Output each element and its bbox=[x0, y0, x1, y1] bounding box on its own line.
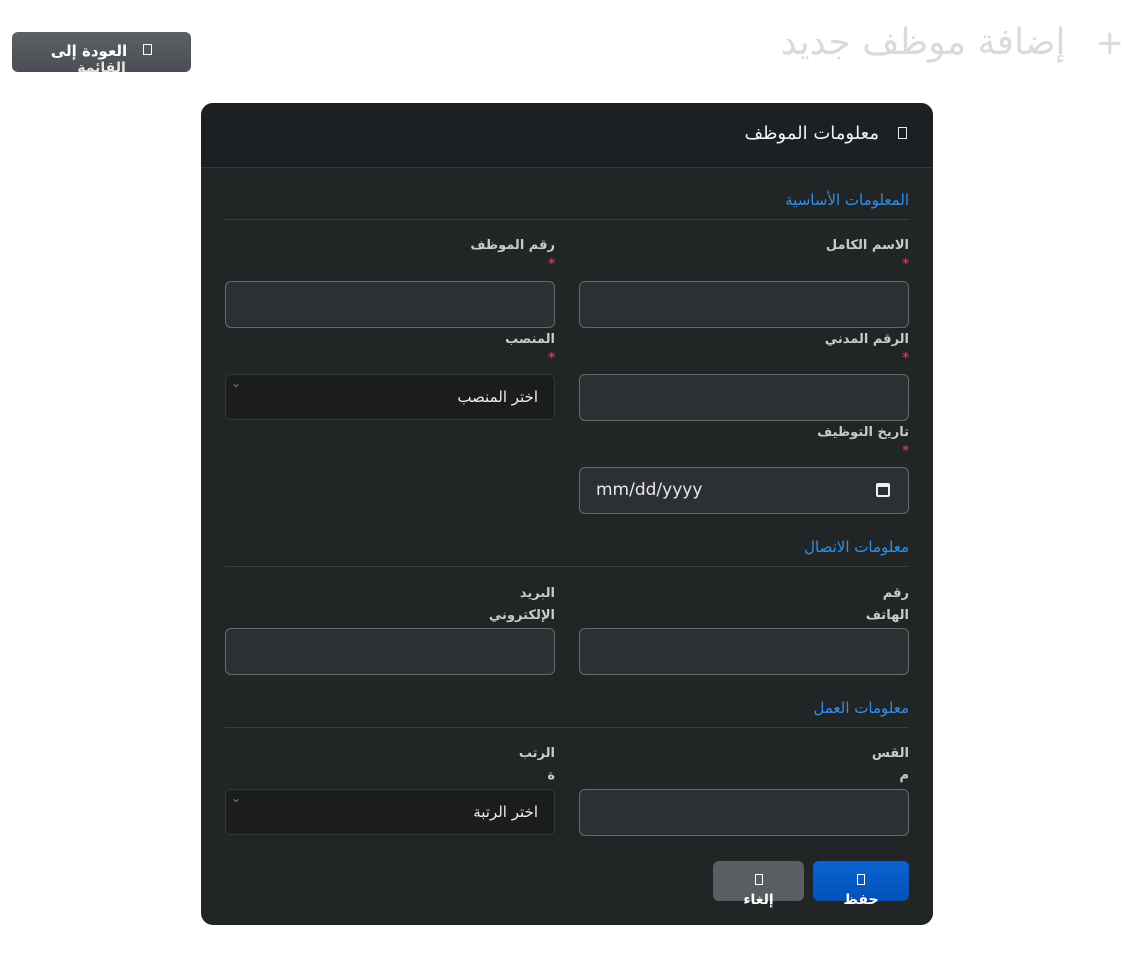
chevron-down-icon: ⌄ bbox=[231, 791, 242, 805]
hire-date-placeholder: mm/dd/yyyy bbox=[596, 480, 703, 500]
email-input[interactable] bbox=[225, 628, 555, 675]
close-icon bbox=[754, 874, 763, 885]
chevron-down-icon: ⌄ bbox=[231, 376, 242, 390]
cancel-button[interactable]: إلغاء bbox=[713, 861, 804, 908]
full-name-input[interactable] bbox=[579, 281, 909, 328]
required-mark: * bbox=[548, 257, 555, 272]
employee-form-card: معلومات الموظف المعلومات الأساسية الاسم … bbox=[201, 103, 933, 925]
divider bbox=[225, 219, 909, 220]
calendar-icon[interactable] bbox=[876, 483, 890, 497]
phone-input[interactable] bbox=[579, 628, 909, 675]
back-to-list-button[interactable]: العودة إلى القائمة bbox=[12, 32, 191, 76]
rank-select-value: اختر الرتبة bbox=[473, 803, 538, 821]
required-mark: * bbox=[902, 351, 909, 366]
user-card-icon bbox=[898, 127, 907, 139]
section-contact-info: معلومات الاتصال bbox=[804, 538, 909, 556]
department-input[interactable] bbox=[579, 789, 909, 836]
back-button-label-line2: القائمة bbox=[77, 60, 126, 76]
phone-label: رقم الهاتف bbox=[865, 586, 909, 623]
rank-label: الرتب ة bbox=[518, 746, 555, 783]
save-icon bbox=[857, 874, 865, 885]
required-mark: * bbox=[902, 257, 909, 272]
email-label: البريد الإلكتروني bbox=[488, 586, 555, 623]
divider bbox=[225, 727, 909, 728]
position-select-value: اختر المنصب bbox=[457, 388, 538, 406]
card-header: معلومات الموظف bbox=[201, 103, 933, 168]
divider bbox=[225, 566, 909, 567]
civil-id-input[interactable] bbox=[579, 374, 909, 421]
section-work-info: معلومات العمل bbox=[813, 699, 910, 717]
page-title: إضافة موظف جديد bbox=[780, 22, 1066, 63]
employee-number-label: رقم الموظف * bbox=[470, 238, 555, 272]
required-mark: * bbox=[902, 444, 909, 459]
plus-icon: + bbox=[1095, 22, 1125, 63]
position-select[interactable]: ⌄ اختر المنصب bbox=[225, 374, 555, 420]
save-button[interactable]: حفظ bbox=[813, 861, 909, 908]
department-label: القس م bbox=[871, 746, 909, 783]
save-button-label: حفظ bbox=[843, 892, 879, 908]
employee-number-input[interactable] bbox=[225, 281, 555, 328]
position-label: المنصب * bbox=[505, 332, 555, 366]
cancel-button-label: إلغاء bbox=[743, 892, 774, 908]
required-mark: * bbox=[548, 351, 555, 366]
hire-date-input[interactable]: mm/dd/yyyy bbox=[579, 467, 909, 514]
arrow-icon bbox=[143, 44, 153, 55]
hire-date-label: تاريخ التوظيف * bbox=[817, 425, 909, 459]
rank-select[interactable]: ⌄ اختر الرتبة bbox=[225, 789, 555, 835]
page-header: + إضافة موظف جديد bbox=[781, 22, 1124, 63]
full-name-label: الاسم الكامل * bbox=[825, 238, 909, 272]
section-basic-info: المعلومات الأساسية bbox=[785, 191, 909, 209]
card-title: معلومات الموظف bbox=[744, 123, 879, 144]
civil-id-label: الرقم المدني * bbox=[824, 332, 909, 366]
